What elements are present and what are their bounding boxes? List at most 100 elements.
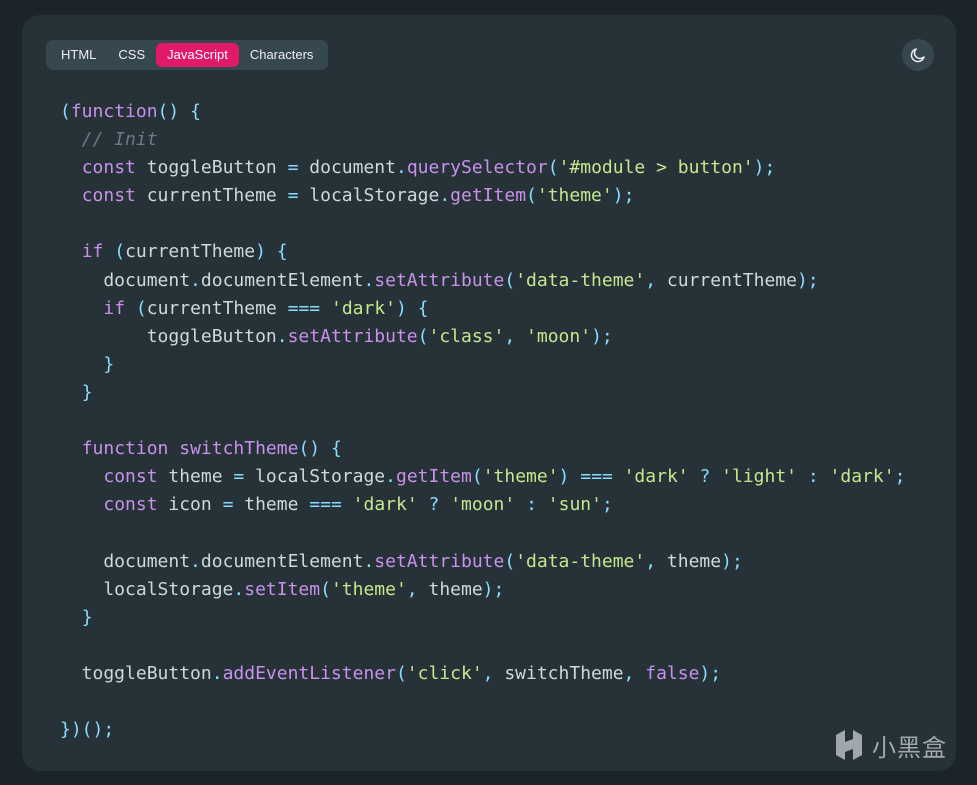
code-token: 'theme'	[536, 185, 613, 207]
code-token: )	[396, 297, 407, 319]
code-token: setItem	[244, 578, 321, 600]
tab-javascript[interactable]: JavaScript	[156, 43, 239, 67]
code-token: (	[504, 550, 516, 572]
code-token: ,	[645, 269, 657, 291]
code-token: .	[211, 662, 223, 684]
code-line: function switchTheme() {	[60, 435, 905, 463]
code-line: (function() {	[60, 98, 905, 126]
code-token: ,	[482, 662, 494, 684]
code-token: switchTheme	[493, 662, 624, 684]
code-line: toggleButton.setAttribute('class', 'moon…	[60, 323, 905, 351]
code-token: {	[330, 438, 342, 460]
code-token: (	[60, 101, 71, 122]
heybox-logo-icon	[836, 730, 862, 760]
code-token: toggleButton	[60, 662, 212, 684]
code-token: (	[114, 241, 126, 263]
code-token: 'moon'	[450, 494, 516, 516]
code-token: );	[753, 157, 776, 179]
code-line: if (currentTheme === 'dark') {	[60, 295, 905, 323]
code-token: ,	[623, 662, 635, 684]
code-token: :	[526, 494, 537, 516]
code-token: 'sun'	[547, 494, 602, 516]
code-token: documentElement	[200, 550, 364, 572]
code-token: ,	[504, 325, 516, 347]
code-token: const	[81, 185, 136, 207]
code-token: (	[526, 185, 537, 207]
code-token: ===	[287, 297, 321, 319]
code-token: .	[363, 269, 375, 291]
code-token: const	[103, 466, 158, 488]
code-line: document.documentElement.setAttribute('d…	[60, 548, 905, 576]
code-token: document	[60, 269, 191, 291]
watermark-text: 小黑盒	[872, 733, 947, 762]
theme-toggle-button[interactable]	[902, 39, 934, 71]
code-token: }	[81, 381, 93, 403]
code-token: .	[395, 157, 407, 179]
code-token: setAttribute	[374, 269, 505, 291]
code-token: toggleButton	[135, 157, 288, 179]
code-token: ,	[645, 550, 657, 572]
code-token: {	[190, 101, 201, 122]
code-token: );	[482, 578, 505, 600]
code-token: )	[255, 241, 266, 263]
code-token: ?	[428, 494, 440, 516]
code-token: currentTheme	[135, 185, 288, 207]
code-token: 'data-theme'	[515, 550, 646, 572]
code-token: addEventListener	[222, 662, 396, 684]
code-token: (	[417, 325, 429, 347]
code-token: .	[190, 550, 201, 572]
code-token: .	[190, 269, 201, 291]
code-token: const	[81, 157, 136, 179]
code-token: theme	[656, 550, 722, 572]
tab-css[interactable]: CSS	[107, 43, 156, 67]
code-token: }	[103, 353, 115, 375]
code-token: querySelector	[406, 157, 548, 179]
code-token: localStorage	[298, 185, 440, 207]
code-token: =	[233, 466, 245, 488]
tab-html[interactable]: HTML	[50, 43, 107, 67]
code-line: if (currentTheme) {	[60, 238, 905, 266]
code-token: ;	[894, 466, 906, 488]
code-token: theme	[417, 578, 483, 600]
code-token: 'data-theme'	[515, 269, 646, 291]
code-token: .	[276, 325, 288, 347]
code-token: false	[645, 662, 700, 684]
tab-characters[interactable]: Characters	[239, 43, 325, 67]
code-token: 'light'	[721, 466, 798, 488]
code-line: }	[60, 351, 905, 379]
code-token: );	[721, 550, 743, 572]
code-token: ,	[406, 578, 418, 600]
code-token: =	[287, 157, 299, 179]
code-token: getItem	[395, 466, 472, 488]
code-line: }	[60, 604, 905, 632]
code-token: function	[81, 438, 169, 460]
code-token: document	[60, 550, 191, 572]
code-token: if	[81, 241, 104, 263]
code-token: 'dark'	[623, 466, 689, 488]
code-token: (	[395, 662, 407, 684]
code-block: (function() { // Init const toggleButton…	[60, 98, 905, 744]
code-token: 'theme'	[482, 466, 559, 488]
code-token: localStorage	[244, 466, 386, 488]
